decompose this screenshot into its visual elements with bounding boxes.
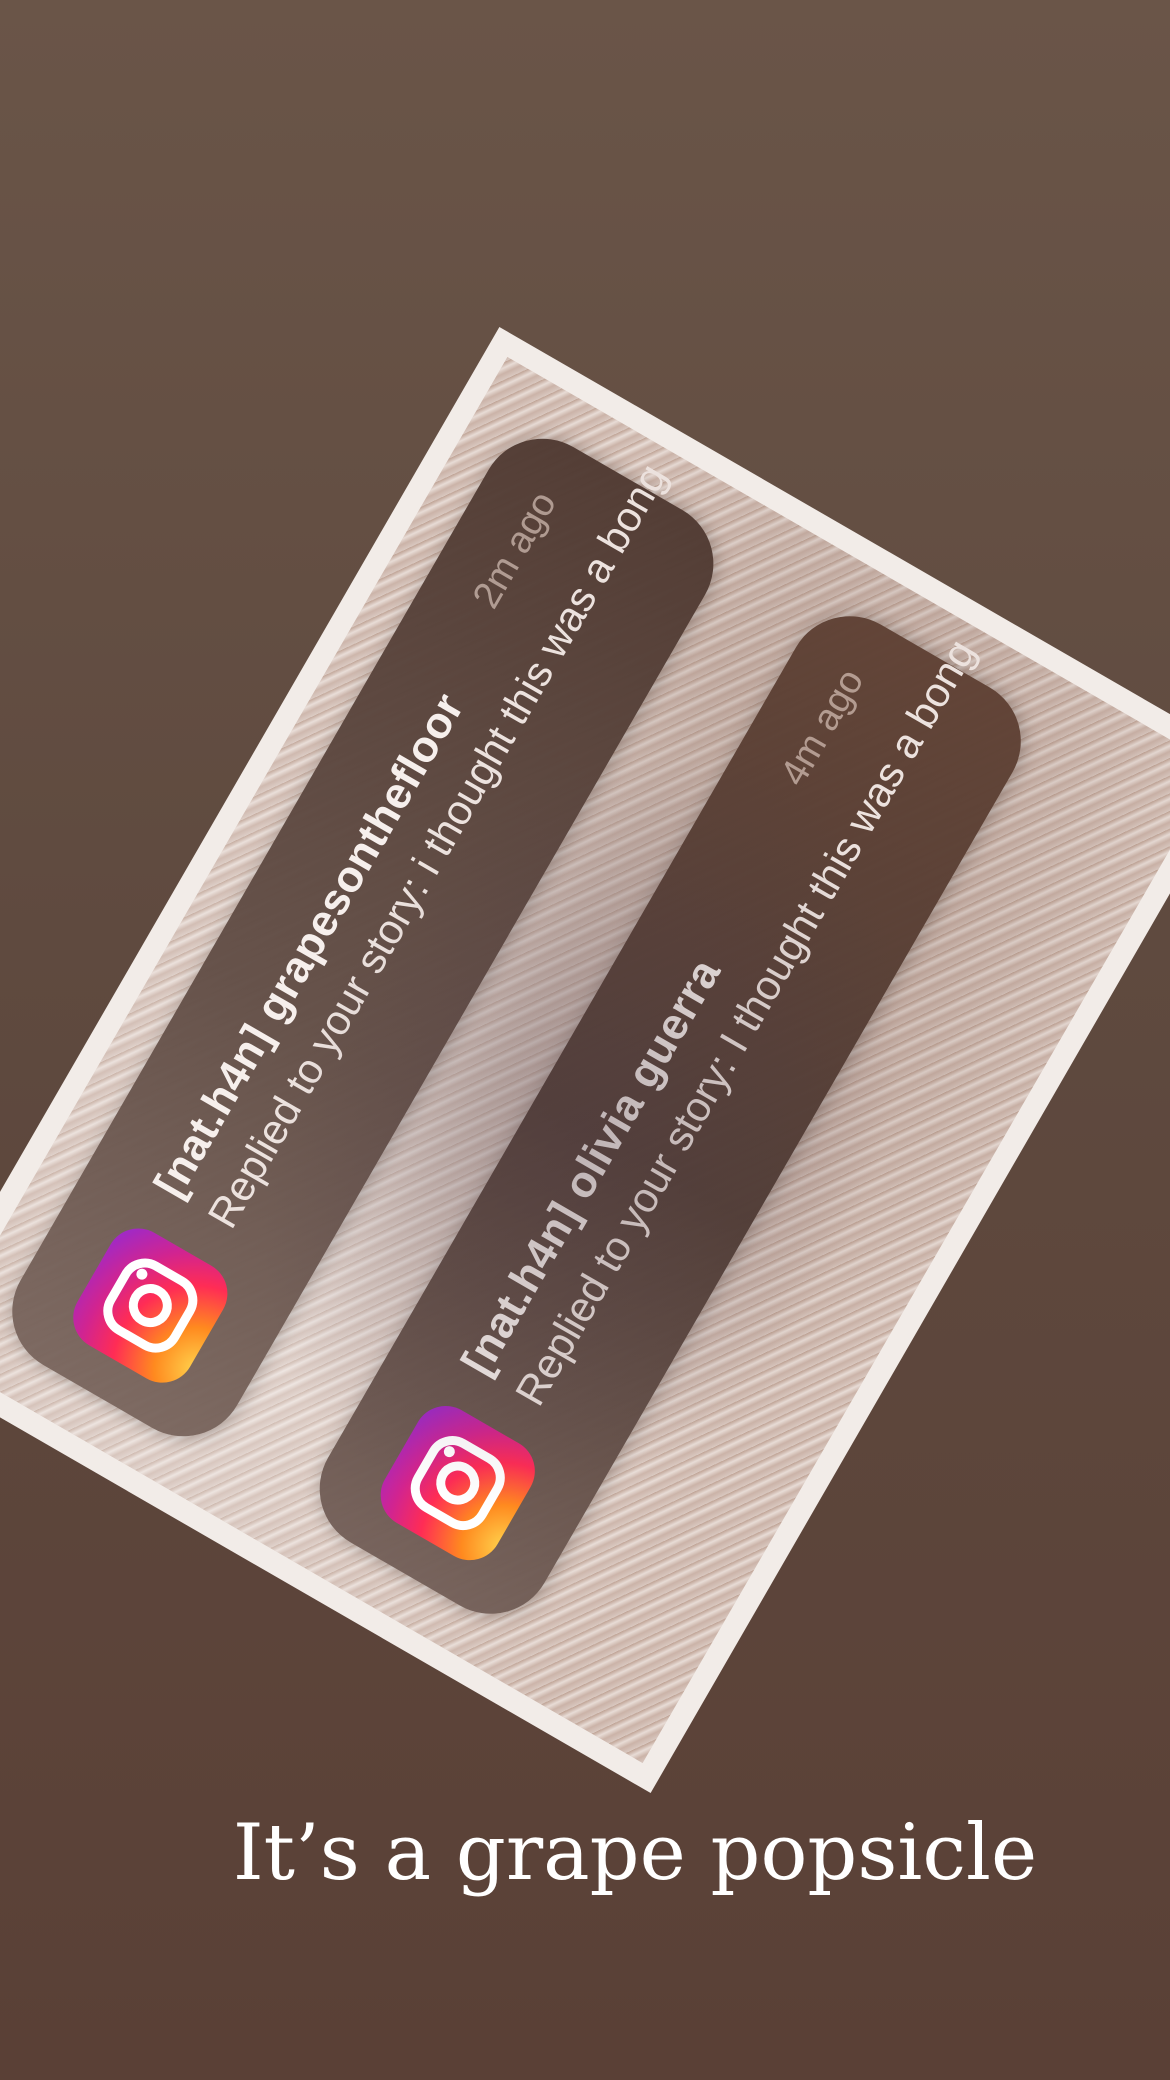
notification-title: [nat.h4n] grapesonthefloor — [144, 685, 474, 1206]
notification-card[interactable]: [nat.h4n] grapesonthefloor Replied to yo… — [0, 416, 737, 1459]
notification-card[interactable]: [nat.h4n] olivia guerra Replied to your … — [297, 593, 1044, 1637]
instagram-icon — [61, 1216, 240, 1395]
notification-body: Replied to your story: I thought this wa… — [505, 631, 985, 1414]
story-canvas: [nat.h4n] grapesonthefloor Replied to yo… — [0, 0, 1170, 2080]
notification-screenshot-sticker: [nat.h4n] grapesonthefloor Replied to yo… — [0, 357, 1170, 1763]
notification-time: 4m ago — [772, 662, 873, 793]
instagram-icon — [368, 1394, 547, 1572]
notification-time: 2m ago — [465, 484, 565, 616]
story-caption: It’s a grape popsicle — [232, 1808, 1038, 1898]
notification-title: [nat.h4n] olivia guerra — [452, 950, 731, 1384]
notification-body: Replied to your story: i thought this wa… — [198, 455, 676, 1236]
